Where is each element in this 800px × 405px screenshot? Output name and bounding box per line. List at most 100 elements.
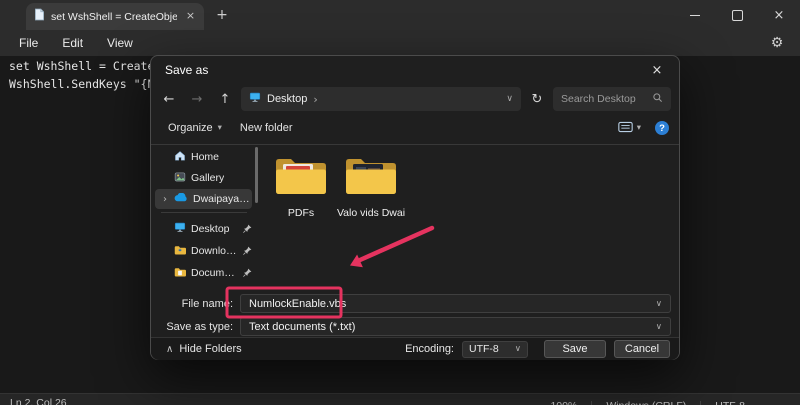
chevron-up-icon: ∧ xyxy=(166,344,173,355)
status-zoom[interactable]: 100% xyxy=(550,400,577,405)
window-controls: × xyxy=(674,0,800,30)
save-type-select[interactable]: Text documents (*.txt) ∨ xyxy=(240,317,671,336)
document-icon xyxy=(34,8,45,26)
organize-label: Organize xyxy=(168,122,213,134)
desktop-folder-icon xyxy=(174,222,186,236)
status-line-ending[interactable]: Windows (CRLF) xyxy=(606,400,686,405)
home-icon xyxy=(174,150,186,165)
view-options-caret-icon: ▾ xyxy=(637,123,641,133)
search-icon xyxy=(652,92,663,106)
folder-name: PDFs xyxy=(288,207,314,219)
minimize-icon xyxy=(690,15,700,16)
forward-button[interactable]: → xyxy=(185,87,209,111)
status-separator xyxy=(591,401,592,405)
navigation-pane: Home Gallery › Dwaipayan - Per xyxy=(151,145,259,289)
sidebar-item-desktop[interactable]: Desktop xyxy=(155,219,252,239)
new-folder-label: New folder xyxy=(240,122,293,134)
tab-close-icon[interactable]: × xyxy=(183,9,198,24)
back-button[interactable]: ← xyxy=(157,87,181,111)
save-button[interactable]: Save xyxy=(544,340,606,358)
desktop-icon xyxy=(249,92,261,106)
dialog-toolbar: Organize ▾ New folder ▾ ? xyxy=(159,117,669,139)
settings-gear-icon[interactable]: ⚙ xyxy=(766,33,788,53)
folder-name: Valo vids Dwai xyxy=(337,207,405,219)
status-line-col: Ln 2, Col 26 xyxy=(10,397,550,405)
hide-folders-label: Hide Folders xyxy=(179,343,241,355)
help-icon[interactable]: ? xyxy=(655,121,669,135)
view-options-icon xyxy=(618,121,633,136)
encoding-select[interactable]: UTF-8 ∨ xyxy=(462,341,528,358)
save-as-dialog: Save as × ← → ↑ Desktop › ∨ ↻ Search Des… xyxy=(150,55,680,360)
downloads-folder-icon xyxy=(174,245,186,258)
menu-edit[interactable]: Edit xyxy=(51,33,94,53)
sidebar-item-downloads[interactable]: Downloads xyxy=(155,241,252,261)
sidebar-item-home[interactable]: Home xyxy=(155,147,252,167)
dialog-footer: ∧ Hide Folders Encoding: UTF-8 ∨ Save Ca… xyxy=(151,337,679,360)
file-name-label: File name: xyxy=(151,298,240,310)
tab-title: set WshShell = CreateObject(WScri xyxy=(51,11,177,23)
sidebar-item-onedrive[interactable]: › Dwaipayan - Per xyxy=(155,189,252,209)
organize-button[interactable]: Organize ▾ xyxy=(159,119,231,137)
breadcrumb-location[interactable]: Desktop xyxy=(267,93,307,105)
file-name-row: File name: NumlockEnable.vbs ∨ xyxy=(151,294,671,313)
search-placeholder: Search Desktop xyxy=(561,93,646,105)
folder-icon xyxy=(344,155,398,202)
documents-folder-icon xyxy=(174,267,186,280)
up-button[interactable]: ↑ xyxy=(213,87,237,111)
menubar: File Edit View xyxy=(0,30,800,56)
notepad-window: set WshShell = CreateObject(WScri × + × … xyxy=(0,0,800,405)
sidebar-item-label: Home xyxy=(191,151,219,163)
hide-folders-button[interactable]: ∧ Hide Folders xyxy=(160,341,248,357)
save-type-dropdown-icon[interactable]: ∨ xyxy=(656,322,662,332)
sidebar-item-documents[interactable]: Documents xyxy=(155,263,252,283)
folder-icon xyxy=(274,155,328,202)
dialog-navbar: ← → ↑ Desktop › ∨ ↻ Search Desktop xyxy=(157,87,671,111)
status-bar: Ln 2, Col 26 100% Windows (CRLF) UTF-8 xyxy=(0,393,800,405)
titlebar: set WshShell = CreateObject(WScri × + × xyxy=(0,0,800,30)
encoding-label: Encoding: xyxy=(405,343,454,355)
menu-view[interactable]: View xyxy=(96,33,144,53)
sidebar-divider xyxy=(161,212,247,213)
maximize-icon xyxy=(732,10,743,21)
view-options-button[interactable]: ▾ xyxy=(614,118,645,139)
status-encoding[interactable]: UTF-8 xyxy=(715,400,745,405)
sidebar-item-label: Documents xyxy=(191,267,237,279)
status-separator xyxy=(700,401,701,405)
sidebar-item-label: Downloads xyxy=(191,245,237,257)
dialog-body: Home Gallery › Dwaipayan - Per xyxy=(151,145,679,289)
encoding-value: UTF-8 xyxy=(469,343,511,355)
cancel-button[interactable]: Cancel xyxy=(614,340,670,358)
sidebar-item-gallery[interactable]: Gallery xyxy=(155,168,252,188)
menu-file[interactable]: File xyxy=(8,33,49,53)
search-input[interactable]: Search Desktop xyxy=(553,87,671,111)
dialog-title: Save as xyxy=(165,56,208,84)
dialog-close-button[interactable]: × xyxy=(635,56,679,84)
address-bar[interactable]: Desktop › ∨ xyxy=(241,87,521,111)
pin-icon xyxy=(242,246,252,256)
new-tab-button[interactable]: + xyxy=(212,6,232,26)
file-name-value: NumlockEnable.vbs xyxy=(249,298,346,310)
refresh-button[interactable]: ↻ xyxy=(525,87,549,111)
expand-chevron-icon[interactable]: › xyxy=(161,194,169,205)
sidebar-scrollbar[interactable] xyxy=(255,147,258,203)
minimize-button[interactable] xyxy=(674,0,716,30)
close-window-button[interactable]: × xyxy=(758,0,800,30)
save-type-row: Save as type: Text documents (*.txt) ∨ xyxy=(151,317,671,336)
sidebar-item-label: Desktop xyxy=(191,223,230,235)
file-name-dropdown-icon[interactable]: ∨ xyxy=(656,299,662,309)
address-dropdown-icon[interactable]: ∨ xyxy=(506,94,513,104)
file-name-input[interactable]: NumlockEnable.vbs ∨ xyxy=(240,294,671,313)
gallery-icon xyxy=(174,171,186,186)
document-tab[interactable]: set WshShell = CreateObject(WScri × xyxy=(26,3,204,30)
save-type-label: Save as type: xyxy=(151,321,240,333)
sidebar-item-label: Dwaipayan - Per xyxy=(193,193,252,205)
encoding-dropdown-icon: ∨ xyxy=(515,344,521,354)
new-folder-button[interactable]: New folder xyxy=(231,119,302,137)
onedrive-icon xyxy=(174,193,188,205)
sidebar-item-label: Gallery xyxy=(191,172,224,184)
breadcrumb-chevron-icon[interactable]: › xyxy=(313,93,317,106)
file-list[interactable]: PDFs Valo vids Dwai xyxy=(259,145,678,289)
folder-tile-pdfs[interactable]: PDFs xyxy=(267,155,335,219)
folder-tile-valo-vids[interactable]: Valo vids Dwai xyxy=(337,155,405,219)
maximize-button[interactable] xyxy=(716,0,758,30)
